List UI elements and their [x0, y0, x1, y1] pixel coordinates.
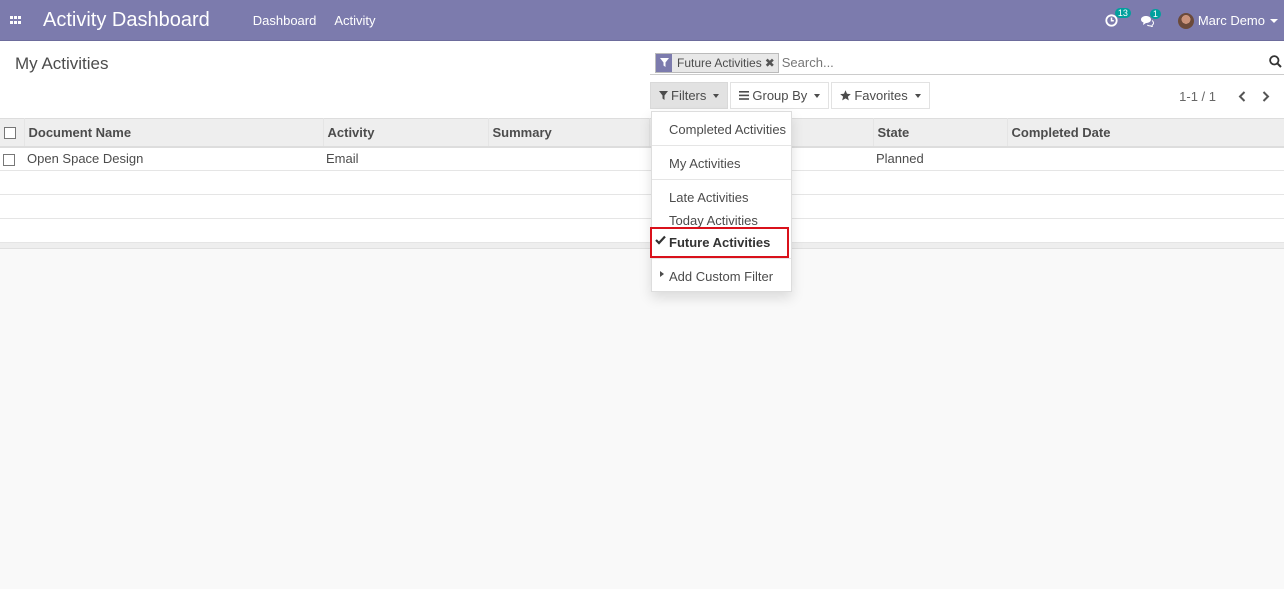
search-facet: Future Activities ✖: [655, 52, 779, 73]
filter-completed-activities[interactable]: Completed Activities: [669, 122, 786, 137]
activity-systray-button[interactable]: 13: [1105, 8, 1131, 27]
messaging-systray-button[interactable]: 1: [1140, 8, 1161, 27]
message-count-badge: 1: [1149, 8, 1161, 19]
star-icon: [840, 90, 852, 101]
table-row[interactable]: Open Space Design Email Planned: [0, 146, 1284, 171]
column-document-name[interactable]: Document Name: [24, 118, 324, 148]
top-navbar: Activity Dashboard Dashboard Activity 13…: [0, 0, 1284, 41]
user-menu[interactable]: Marc Demo: [1177, 12, 1278, 29]
cell-activity[interactable]: Email: [323, 146, 488, 171]
column-summary[interactable]: Summary: [488, 118, 650, 148]
search-input[interactable]: [781, 55, 1252, 70]
filter-icon: [656, 53, 672, 72]
activity-table: Document Name Activity Summary State Com…: [0, 118, 1284, 243]
caret-right-icon: [660, 271, 664, 277]
highlight-annotation: [650, 227, 789, 258]
chevron-down-icon: [914, 93, 921, 98]
menu-item-dashboard[interactable]: Dashboard: [253, 13, 317, 28]
avatar: [1177, 12, 1194, 29]
apps-menu-icon[interactable]: [0, 0, 30, 41]
filter-today-activities[interactable]: Today Activities: [669, 213, 758, 228]
column-state[interactable]: State: [873, 118, 1008, 148]
chevron-down-icon: [814, 93, 821, 98]
row-select-cell: [0, 146, 24, 171]
cell-summary[interactable]: [488, 146, 649, 171]
filter-late-activities[interactable]: Late Activities: [669, 190, 749, 205]
facet-label: Future Activities: [677, 55, 762, 70]
filters-dropdown: Completed Activities My Activities Late …: [651, 111, 792, 292]
chevron-down-icon: [713, 93, 720, 98]
cell-completed-date[interactable]: [1007, 146, 1284, 171]
dropdown-divider: [652, 145, 791, 146]
row-checkbox[interactable]: [3, 153, 15, 166]
filters-button[interactable]: Filters: [650, 82, 729, 109]
search-icon[interactable]: [1269, 55, 1282, 71]
chevron-left-icon[interactable]: [1232, 88, 1252, 104]
list-footer: [0, 243, 1284, 249]
select-all-checkbox[interactable]: [4, 127, 16, 140]
page-title: My Activities: [15, 54, 109, 73]
filter-icon: [659, 91, 668, 100]
main-menu: Dashboard Activity: [253, 13, 394, 28]
user-name: Marc Demo: [1197, 13, 1265, 28]
group-by-label: Group By: [752, 88, 808, 103]
control-panel: My Activities Future Activities ✖ Filter…: [0, 41, 1284, 118]
search-bar: Future Activities ✖: [650, 51, 1284, 75]
dropdown-divider: [652, 179, 791, 180]
app-title: Activity Dashboard: [43, 8, 210, 31]
column-completed-date[interactable]: Completed Date: [1007, 118, 1284, 148]
cell-document-name[interactable]: Open Space Design: [24, 146, 323, 171]
list-icon: [739, 91, 750, 100]
chevron-down-icon: [1270, 18, 1278, 23]
favorites-label: Favorites: [854, 88, 908, 103]
empty-row: [0, 170, 1284, 195]
cell-state[interactable]: Planned: [873, 146, 1007, 171]
activity-list: Document Name Activity Summary State Com…: [0, 118, 1284, 249]
menu-item-activity[interactable]: Activity: [334, 13, 375, 28]
column-activity[interactable]: Activity: [323, 118, 489, 148]
systray: 13 1 Marc Demo: [1105, 0, 1284, 41]
add-custom-filter[interactable]: Add Custom Filter: [669, 269, 773, 284]
select-all-cell: [0, 118, 25, 148]
activity-count-badge: 13: [1114, 8, 1131, 18]
group-by-button[interactable]: Group By: [730, 82, 830, 109]
filter-my-activities[interactable]: My Activities: [669, 156, 741, 171]
pager-value[interactable]: 1-1 / 1: [1179, 89, 1216, 104]
dropdown-divider: [652, 258, 791, 259]
table-header-row: Document Name Activity Summary State Com…: [0, 118, 1284, 148]
close-icon[interactable]: ✖: [765, 56, 778, 70]
pager: 1-1 / 1: [1179, 88, 1276, 104]
chevron-right-icon[interactable]: [1256, 88, 1276, 104]
empty-row: [0, 218, 1284, 243]
favorites-button[interactable]: Favorites: [831, 82, 930, 109]
search-options: Filters Group By Favorites: [650, 82, 932, 109]
empty-row: [0, 194, 1284, 219]
filters-label: Filters: [671, 88, 707, 103]
